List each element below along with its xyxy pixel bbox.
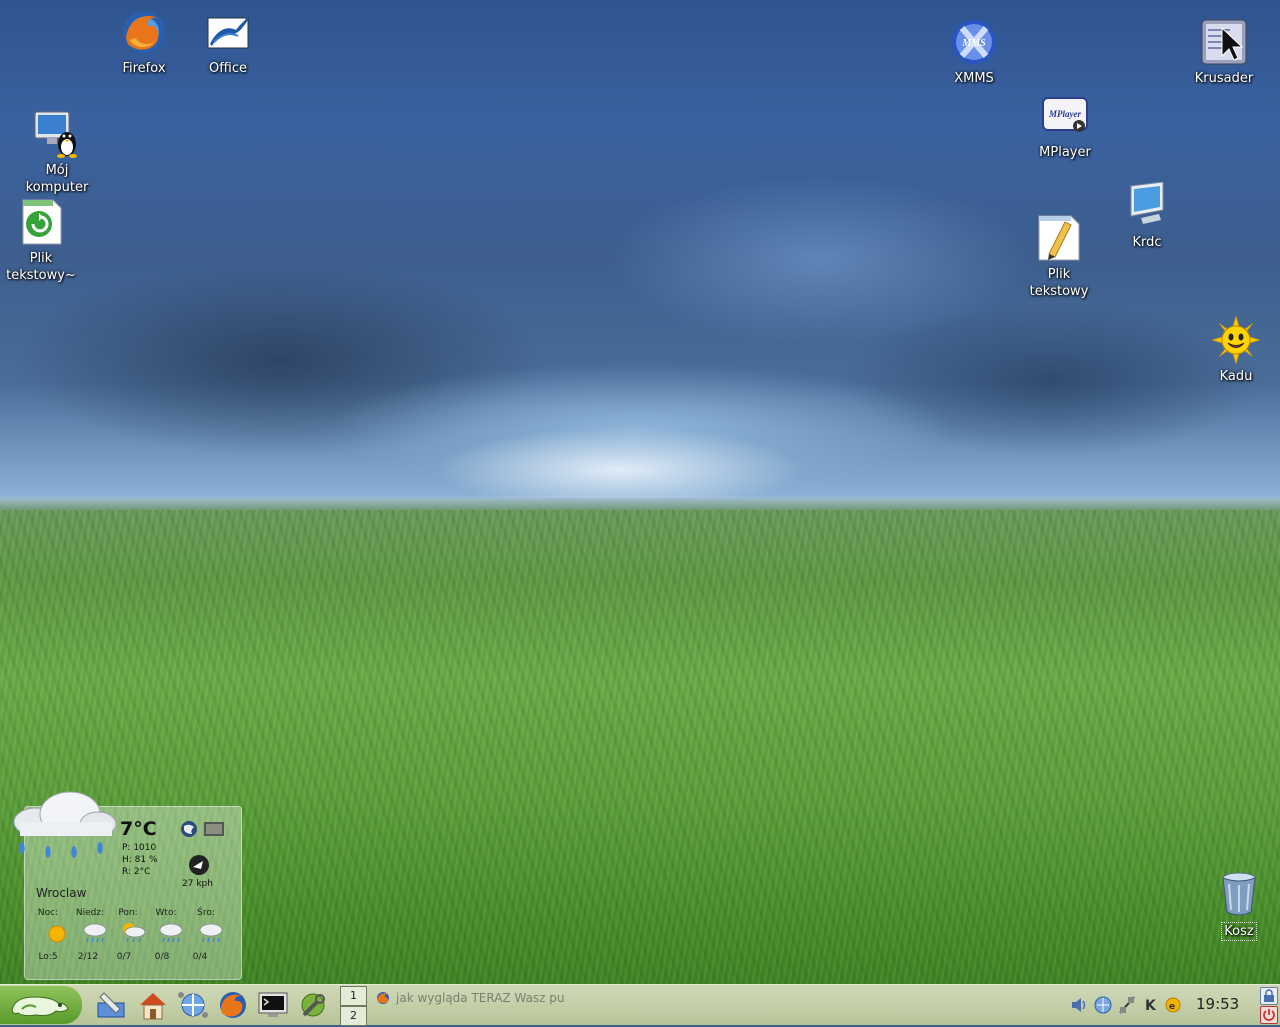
- office-icon: [204, 8, 252, 56]
- mplayer-icon: MPlayer: [1041, 92, 1089, 140]
- desktop-icon-label: XMMS: [954, 71, 994, 86]
- weather-temperature: 7°C: [120, 818, 157, 840]
- weather-wind: 27 kph: [182, 879, 213, 889]
- clock[interactable]: 19:53: [1196, 995, 1239, 1013]
- desktop-icon-label: Plik tekstowy~: [6, 251, 76, 283]
- svg-text:MPlayer: MPlayer: [1048, 109, 1081, 119]
- rain-cloud-icon: [199, 923, 223, 943]
- desktop-icon-label: Kadu: [1219, 369, 1253, 384]
- sunny-icon: [48, 925, 66, 943]
- forecast-day: Wto:: [155, 908, 177, 918]
- klipper-icon[interactable]: K: [1142, 995, 1160, 1015]
- pager-desktop-1[interactable]: 1: [340, 986, 367, 1006]
- firefox-icon: [120, 8, 168, 56]
- desktop-icon-label: Firefox: [122, 61, 166, 76]
- weather-humidity: H: 81 %: [122, 855, 158, 865]
- power-icon: [1263, 1009, 1275, 1021]
- connection-icon[interactable]: [1118, 995, 1136, 1015]
- firefox-icon[interactable]: [216, 989, 250, 1021]
- desktop-icon-xmms[interactable]: MMS XMMS: [929, 18, 1019, 87]
- desktop-icon-label: Kosz: [1221, 922, 1257, 941]
- network-tray-icon[interactable]: [1094, 995, 1112, 1015]
- computer-icon: [33, 110, 81, 158]
- desktop-icon-office[interactable]: Office: [183, 8, 273, 77]
- forecast-value: 2/12: [77, 952, 99, 962]
- logout-button[interactable]: [1260, 1006, 1278, 1024]
- forecast-day: Pon:: [118, 908, 138, 918]
- lock-screen-button[interactable]: [1260, 987, 1278, 1005]
- trash-icon: [1215, 870, 1263, 918]
- taskbar: 1 2 jak wygląda TERAZ Wasz pu K e 19:53: [0, 984, 1280, 1026]
- desktop-icon-label: Krusader: [1194, 71, 1254, 86]
- globe-icon[interactable]: [180, 820, 198, 838]
- krusader-icon: [1200, 18, 1248, 66]
- kadu-sun-icon: [1212, 316, 1260, 364]
- desktop-icon-text-file[interactable]: Plik tekstowy: [1014, 214, 1104, 300]
- forecast-day: Noc:: [37, 908, 59, 918]
- kde-tray-icon[interactable]: e: [1164, 995, 1182, 1015]
- text-editor-icon: [1035, 214, 1083, 262]
- wind-direction-icon: [189, 855, 209, 875]
- kde-desktop-icon[interactable]: [94, 989, 128, 1021]
- weather-city: Wroclaw: [36, 886, 87, 900]
- desktop-icon-mplayer[interactable]: MPlayer MPlayer: [1020, 92, 1110, 161]
- taskbar-task-button[interactable]: jak wygląda TERAZ Wasz pu: [372, 988, 572, 1022]
- rain-cloud-icon: [83, 923, 107, 943]
- desktop-icon-label: Office: [209, 61, 247, 76]
- desktop-icon-label: MPlayer: [1039, 145, 1091, 160]
- forecast-value: Lo:5: [38, 952, 58, 962]
- rain-cloud-icon: [159, 923, 183, 943]
- weather-widget[interactable]: 7°C P: 1010 H: 81 % R: 2°C 27 kph Wrocla…: [6, 788, 242, 980]
- task-title: jak wygląda TERAZ Wasz pu: [396, 991, 565, 1005]
- krdc-icon: [1123, 182, 1171, 230]
- forecast-value: 0/4: [192, 952, 208, 962]
- svg-text:MMS: MMS: [961, 38, 986, 49]
- home-icon[interactable]: [136, 989, 170, 1021]
- suse-chameleon-icon: [11, 996, 69, 1017]
- weather-realfeel: R: 2°C: [122, 867, 151, 877]
- satellite-image-icon[interactable]: [204, 820, 224, 838]
- desktop-icon-text-file-backup[interactable]: Plik tekstowy~: [0, 198, 86, 284]
- forecast-value: 0/8: [154, 952, 170, 962]
- xmms-icon: MMS: [950, 18, 998, 66]
- pager-desktop-2[interactable]: 2: [340, 1006, 367, 1026]
- desktop-icon-my-computer[interactable]: Mój komputer: [12, 110, 102, 196]
- rain-cloud-icon: [13, 791, 117, 858]
- forecast-value: 0/7: [116, 952, 132, 962]
- desktop-icon-firefox[interactable]: Firefox: [99, 8, 189, 77]
- desktop-icon-kadu[interactable]: Kadu: [1191, 316, 1280, 385]
- svg-text:K: K: [1145, 998, 1157, 1014]
- desktop-icon-trash[interactable]: Kosz: [1194, 870, 1280, 941]
- network-icon[interactable]: [176, 989, 210, 1021]
- svg-text:e: e: [1169, 1002, 1175, 1012]
- sun-rain-icon: [123, 923, 146, 943]
- desktop-icon-krusader[interactable]: Krusader: [1179, 18, 1269, 87]
- terminal-icon[interactable]: [256, 989, 290, 1021]
- weather-pressure: P: 1010: [122, 843, 157, 853]
- desktop-icon-label: Plik tekstowy: [1029, 267, 1089, 299]
- forecast-day: Niedz:: [75, 908, 105, 918]
- kmenu-button[interactable]: [0, 986, 82, 1024]
- desktop-icon-label: Krdc: [1132, 235, 1162, 250]
- desktop-icon-label: Mój komputer: [25, 163, 89, 195]
- volume-icon[interactable]: [1070, 995, 1088, 1015]
- forecast-day: Śro:: [197, 908, 215, 918]
- text-file-icon: [17, 198, 65, 246]
- lock-icon: [1264, 989, 1274, 1002]
- desktop-icon-krdc[interactable]: Krdc: [1102, 182, 1192, 251]
- settings-icon[interactable]: [296, 989, 330, 1021]
- firefox-icon: [377, 992, 389, 1004]
